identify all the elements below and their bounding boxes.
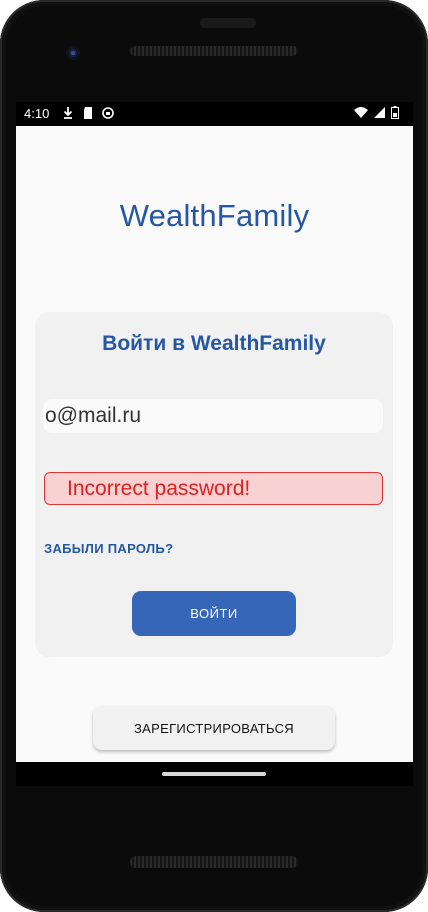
bottom-speaker-grille bbox=[130, 856, 298, 868]
app-screen: WealthFamily Войти в WealthFamily Incorr… bbox=[16, 126, 413, 786]
forgot-password-link[interactable]: ЗАБЫЛИ ПАРОЛЬ? bbox=[44, 541, 173, 556]
wifi-icon bbox=[354, 106, 368, 118]
password-error-message: Incorrect password! bbox=[44, 472, 383, 505]
battery-icon bbox=[391, 106, 399, 119]
register-button[interactable]: ЗАРЕГИСТРИРОВАТЬСЯ bbox=[93, 706, 335, 750]
login-card: Войти в WealthFamily Incorrect password!… bbox=[35, 312, 393, 657]
earpiece-slot bbox=[200, 18, 256, 28]
status-time: 4:10 bbox=[24, 106, 50, 121]
status-right-icons bbox=[354, 106, 399, 119]
signal-icon bbox=[374, 106, 385, 118]
download-icon bbox=[63, 107, 73, 119]
login-button[interactable]: ВОЙТИ bbox=[132, 591, 296, 636]
navigation-bar bbox=[16, 762, 413, 786]
screen: 4:10 WealthFamily Войти в WealthFamily o… bbox=[16, 102, 413, 786]
sd-card-icon bbox=[84, 107, 92, 119]
top-speaker-grille bbox=[130, 46, 298, 56]
home-gesture-handle[interactable] bbox=[162, 772, 266, 776]
sync-icon bbox=[102, 107, 114, 119]
phone-frame: 4:10 WealthFamily Войти в WealthFamily o… bbox=[0, 0, 428, 912]
front-camera bbox=[66, 46, 80, 60]
email-field[interactable] bbox=[43, 399, 383, 433]
app-title: WealthFamily bbox=[119, 198, 310, 233]
login-card-title: Войти в WealthFamily bbox=[102, 332, 326, 355]
status-left-icons bbox=[62, 106, 114, 120]
status-bar: 4:10 bbox=[16, 102, 413, 126]
